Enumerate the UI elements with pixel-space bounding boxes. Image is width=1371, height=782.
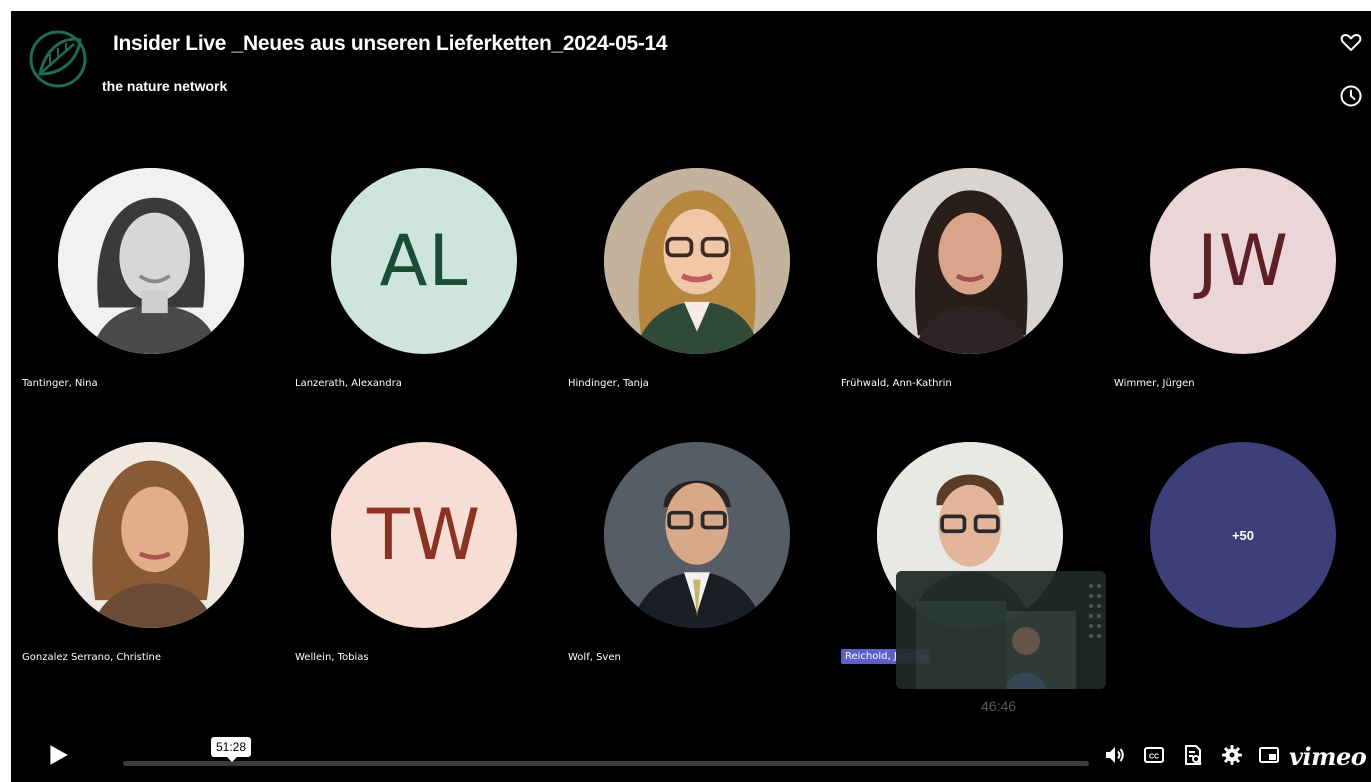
avatar-initials: AL: [379, 220, 469, 302]
participant-name: Wolf, Sven: [568, 652, 621, 663]
channel-name[interactable]: the nature network: [102, 78, 227, 94]
participant-photo: [604, 168, 790, 354]
participant-tile: Tantinger, Nina: [22, 168, 262, 398]
participant-name: Tantinger, Nina: [22, 378, 98, 389]
volume-icon[interactable]: [1103, 743, 1127, 767]
scrub-preview-thumbnail: [896, 571, 1106, 689]
participant-photo: [604, 442, 790, 628]
vimeo-logo[interactable]: vimeo: [1289, 742, 1367, 771]
initials-avatar: TW: [331, 442, 517, 628]
heart-icon[interactable]: [1339, 30, 1365, 56]
participant-tile: JW Wimmer, Jürgen: [1114, 168, 1354, 398]
participant-tile: Hindinger, Tanja: [568, 168, 808, 398]
participant-tile: Wolf, Sven: [568, 442, 808, 672]
avatar-initials: TW: [367, 494, 481, 576]
hover-time-tooltip: 51:28: [211, 737, 252, 762]
participant-tile: Frühwald, Ann-Kathrin: [841, 168, 1081, 398]
channel-logo[interactable]: [28, 26, 88, 92]
video-title[interactable]: Insider Live _Neues aus unseren Lieferke…: [113, 32, 668, 56]
avatar-initials: JW: [1197, 220, 1289, 302]
captions-icon[interactable]: CC: [1142, 743, 1166, 767]
picture-in-picture-icon[interactable]: [1257, 743, 1281, 767]
participant-name: Wimmer, Jürgen: [1114, 378, 1195, 389]
participant-name: Wellein, Tobias: [295, 652, 369, 663]
more-participants-count: +50: [1231, 527, 1255, 543]
transcript-icon[interactable]: [1181, 743, 1205, 767]
participant-tile: AL Lanzerath, Alexandra: [295, 168, 535, 398]
settings-icon[interactable]: [1220, 743, 1244, 767]
more-participants-button[interactable]: +50: [1150, 442, 1336, 628]
initials-avatar: JW: [1150, 168, 1336, 354]
participant-name: Gonzalez Serrano, Christine: [22, 652, 162, 663]
video-player[interactable]: Insider Live _Neues aus unseren Lieferke…: [11, 11, 1371, 782]
participant-name: Lanzerath, Alexandra: [295, 378, 402, 389]
progress-bar[interactable]: 51:28: [123, 737, 1089, 766]
participant-tile: TW Wellein, Tobias: [295, 442, 535, 672]
participant-tile: Gonzalez Serrano, Christine: [22, 442, 262, 672]
preview-timestamp: 46:46: [981, 698, 1017, 714]
initials-avatar: AL: [331, 168, 517, 354]
player-controls: 51:28 CC vimeo: [11, 722, 1371, 782]
participant-tile: +50: [1114, 442, 1354, 672]
svg-text:CC: CC: [1149, 754, 1159, 761]
participant-name: Frühwald, Ann-Kathrin: [841, 378, 952, 389]
participant-photo: [58, 442, 244, 628]
participant-photo: [58, 168, 244, 354]
participant-name: Hindinger, Tanja: [568, 378, 649, 389]
clock-icon[interactable]: [1339, 84, 1365, 110]
play-icon[interactable]: [45, 742, 71, 768]
participant-photo: [877, 168, 1063, 354]
